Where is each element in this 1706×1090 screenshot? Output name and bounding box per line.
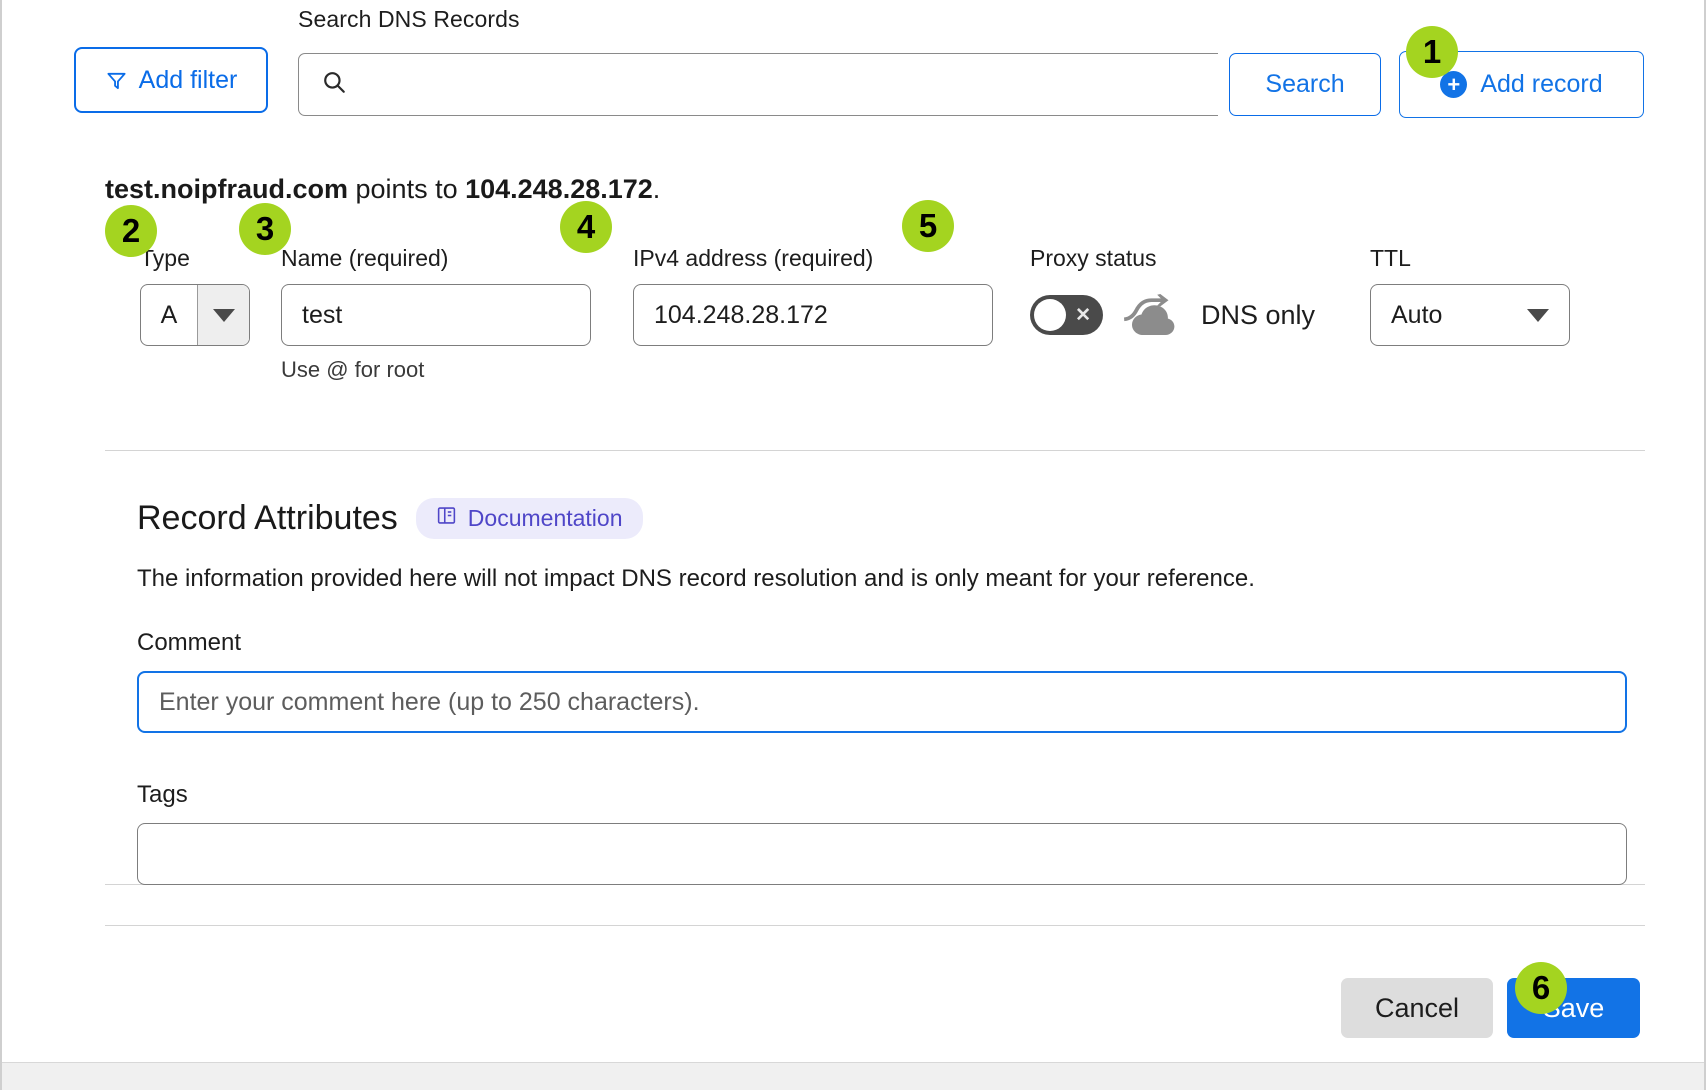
comment-group: Comment: [137, 629, 1627, 733]
record-summary-host: test.noipfraud.com: [105, 174, 349, 204]
proxy-status-field: Proxy status ✕ DNS only: [1030, 245, 1315, 346]
documentation-label: Documentation: [467, 505, 623, 531]
plus-circle-icon: +: [1440, 71, 1468, 98]
ttl-selected-value: Auto: [1391, 300, 1443, 329]
chevron-down-icon[interactable]: [197, 285, 249, 345]
ipv4-field: IPv4 address (required): [633, 245, 993, 346]
funnel-icon: [105, 69, 128, 92]
dns-record-editor-page: Search DNS Records Add filter Search + A…: [0, 0, 1706, 1090]
form-actions: Cancel Save: [1341, 978, 1640, 1038]
record-attributes-title: Record Attributes: [137, 499, 398, 537]
type-select[interactable]: A: [140, 284, 250, 346]
ipv4-label: IPv4 address (required): [633, 245, 874, 271]
toggle-knob: [1034, 299, 1066, 331]
search-button[interactable]: Search: [1229, 53, 1381, 116]
documentation-link[interactable]: Documentation: [415, 498, 643, 539]
add-filter-button[interactable]: Add filter: [74, 47, 268, 113]
type-label: Type: [140, 245, 190, 271]
search-input-wrapper[interactable]: [298, 53, 1218, 116]
name-input[interactable]: [281, 284, 591, 346]
record-attributes-header: Record Attributes Documentation: [137, 498, 1255, 539]
tags-group: Tags: [137, 781, 1627, 885]
add-filter-label: Add filter: [138, 65, 238, 94]
search-button-label: Search: [1265, 70, 1345, 98]
record-summary-target: 104.248.28.172: [465, 174, 653, 204]
divider-bottom: [105, 925, 1645, 926]
proxy-toggle[interactable]: ✕: [1030, 295, 1103, 335]
record-summary-period: .: [652, 174, 661, 204]
proxy-status-row: ✕ DNS only: [1030, 284, 1315, 346]
tags-input[interactable]: [137, 823, 1627, 885]
x-icon: ✕: [1075, 304, 1091, 326]
tags-label: Tags: [137, 781, 188, 808]
add-record-button[interactable]: + Add record: [1399, 51, 1644, 118]
ttl-label: TTL: [1370, 245, 1411, 271]
save-button[interactable]: Save: [1507, 978, 1640, 1038]
record-attributes-section: Record Attributes Documentation The info…: [137, 498, 1255, 593]
search-dns-records-label: Search DNS Records: [298, 6, 520, 32]
name-field: Name (required) Use @ for root: [281, 245, 591, 383]
ipv4-input[interactable]: [633, 284, 993, 346]
proxy-status-text: DNS only: [1201, 299, 1316, 330]
divider-top: [105, 450, 1645, 451]
footer-band: [2, 1062, 1704, 1090]
type-field: Type A: [140, 245, 250, 346]
name-label: Name (required): [281, 245, 449, 271]
add-record-label: Add record: [1480, 70, 1603, 98]
proxy-status-label: Proxy status: [1030, 245, 1157, 271]
cancel-button[interactable]: Cancel: [1341, 978, 1493, 1038]
chevron-down-icon: [1527, 308, 1549, 322]
name-hint: Use @ for root: [281, 357, 425, 382]
comment-input[interactable]: [137, 671, 1627, 733]
dns-toolbar: Search DNS Records Add filter Search + A…: [74, 6, 1644, 126]
ttl-field: TTL Auto: [1370, 245, 1570, 346]
record-summary-middle: points to: [348, 174, 466, 204]
ttl-select[interactable]: Auto: [1370, 284, 1570, 346]
search-icon: [321, 69, 347, 100]
cloud-arrow-icon: [1121, 294, 1183, 336]
comment-label: Comment: [137, 629, 242, 656]
search-input[interactable]: [347, 71, 1187, 98]
record-attributes-description: The information provided here will not i…: [137, 565, 1255, 592]
record-summary-text: test.noipfraud.com points to 104.248.28.…: [105, 174, 660, 205]
type-selected-value: A: [160, 300, 178, 329]
book-icon: [436, 505, 457, 532]
